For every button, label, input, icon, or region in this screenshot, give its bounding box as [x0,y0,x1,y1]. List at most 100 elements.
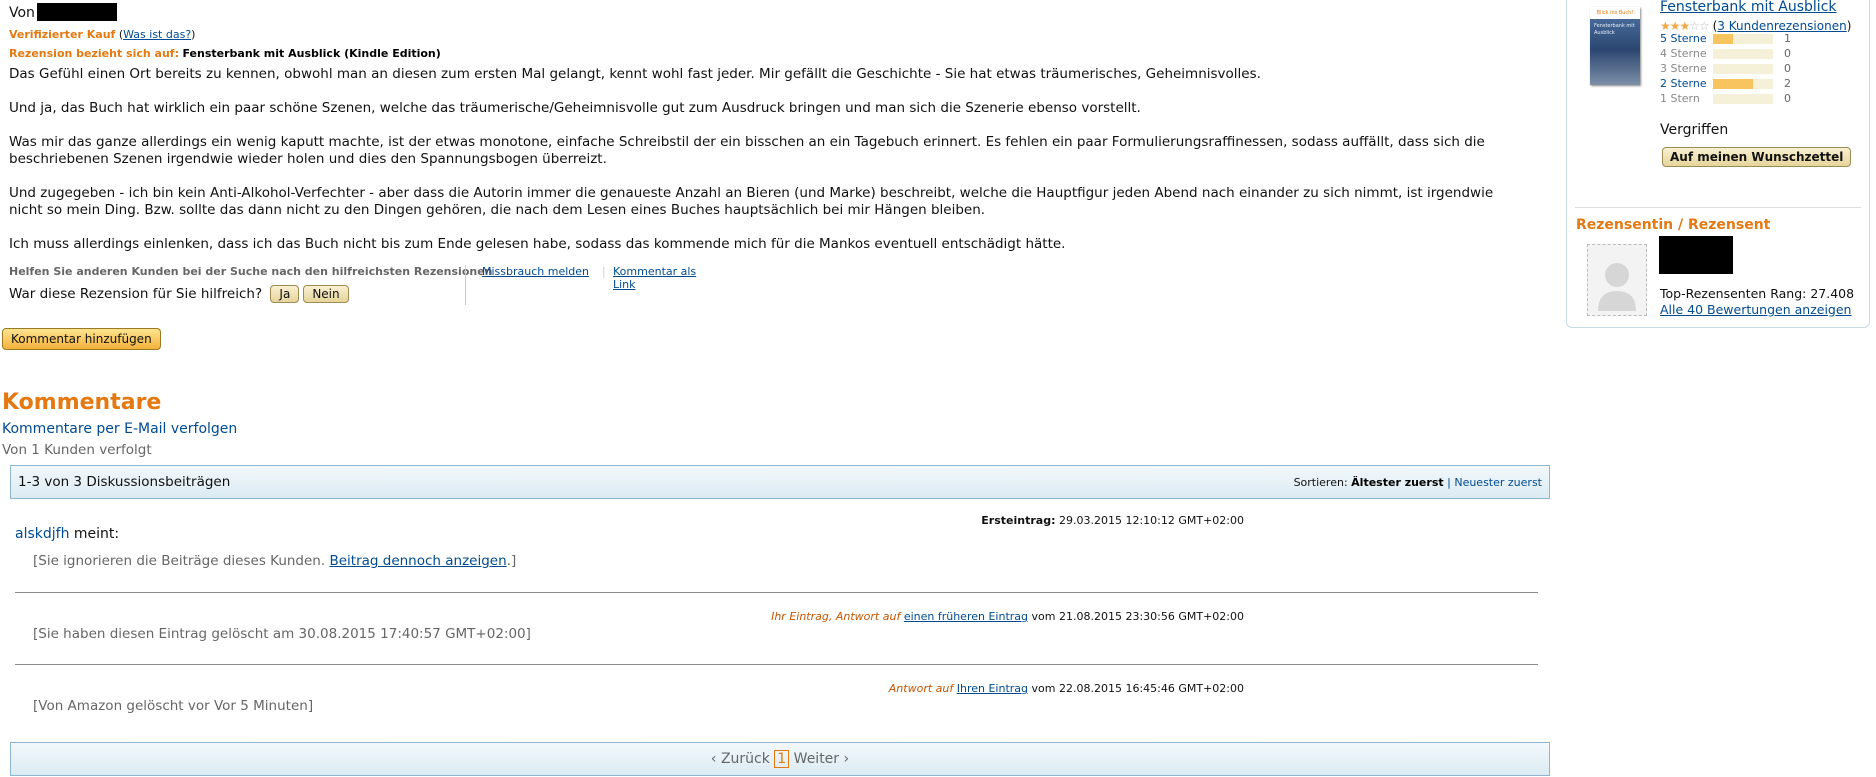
vertical-divider [465,265,466,305]
verified-purchase-line: Verifizierter Kauf (Was ist das?) [9,28,195,41]
review-product-title: Fensterbank mit Ausblick (Kindle Edition… [182,47,441,60]
redacted-reviewer-name [36,3,117,21]
add-comment-button[interactable]: Kommentar hinzufügen [2,328,161,350]
histogram-label[interactable]: 2 Sterne [1660,77,1707,90]
post-date: vom 21.08.2015 23:30:56 GMT+02:00 [1028,610,1245,623]
helpful-no-button[interactable]: Nein [303,285,349,303]
post-meta-prefix: Ihr Eintrag, Antwort auf [771,610,904,623]
review-by-label: Von [9,5,35,21]
post-meta: Ersteintrag: 29.03.2015 12:10:12 GMT+02:… [981,514,1244,527]
post-count: 1-3 von 3 Diskussionsbeiträgen [18,474,231,490]
histogram-count: 1 [1784,32,1791,45]
all-ratings-link[interactable]: Alle 40 Bewertungen anzeigen [1660,302,1851,317]
review-paragraph: Und ja, das Buch hat wirklich ein paar s… [9,100,1141,116]
review-paragraph: Was mir das ganze allerdings ein wenig k… [9,134,1485,167]
star-empty-icon: ☆☆ [1689,19,1709,33]
review-main-column: Von Verifizierter Kauf (Was ist das?) Re… [0,0,1560,777]
average-rating-line: ★★★☆☆ (3 Kundenrezensionen) [1660,19,1851,33]
helpful-yes-button[interactable]: Ja [270,285,300,303]
ignored-notice-end: .] [506,553,517,569]
user-silhouette-icon [1598,263,1636,311]
sort-newest-first-link[interactable]: Neuester zuerst [1454,476,1542,489]
histogram-row: 4 Sterne 0 [1660,47,1860,61]
histogram-bar-fill [1713,79,1754,89]
permalink-link[interactable]: Kommentar als Link [613,265,719,291]
pagination-bar: ‹ Zurück 1 Weiter › [10,742,1550,776]
review-paragraph: Ich muss allerdings einlenken, dass ich … [9,236,1066,252]
sort-label: Sortieren: [1293,476,1348,489]
book-cover-image[interactable]: Blick ins Buch! Fensterbank mit Ausblick [1590,7,1640,85]
redacted-reviewer-name [1659,236,1733,274]
review-count-link[interactable]: 3 Kundenrezensionen [1717,19,1846,33]
post-body: [Von Amazon gelöscht vor Vor 5 Minuten] [33,698,314,714]
helpfulness-question: War diese Rezension für Sie hilfreich? [9,286,263,302]
followers-count: Von 1 Kunden verfolgt [2,442,152,458]
post-body: [Sie ignorieren die Beiträge dieses Kund… [33,553,516,569]
post-body: [Sie haben diesen Eintrag gelöscht am 30… [33,626,531,642]
reviewer-heading: Rezensentin / Rezensent [1576,217,1771,233]
report-abuse-link[interactable]: Missbrauch melden [482,265,589,278]
sort-separator: | [1447,476,1451,489]
helpfulness-hint: Helfen Sie anderen Kunden bei der Suche … [9,265,493,278]
pagination-current-page: 1 [774,750,790,768]
book-title-link[interactable]: Fensterbank mit Ausblick [1660,0,1837,15]
histogram-label[interactable]: 5 Sterne [1660,32,1707,45]
post-meta-prefix: Antwort auf [888,682,957,695]
post-author-link[interactable]: alskdjfh [15,526,69,542]
histogram-bar-track [1713,94,1773,104]
histogram-label: 1 Stern [1660,92,1700,105]
look-inside-banner: Blick ins Buch! [1590,7,1640,19]
what-is-this-link[interactable]: Was ist das? [123,28,191,41]
histogram-count: 0 [1784,62,1791,75]
ignored-notice-start: [Sie ignorieren die Beiträge dieses Kund… [33,553,330,569]
review-product-line: Rezension bezieht sich auf: Fensterbank … [9,47,441,60]
histogram-row[interactable]: 5 Sterne 1 [1660,32,1860,46]
sort-oldest-first: Ältester zuerst [1351,476,1444,489]
avatar [1587,244,1647,316]
verified-help-close: ) [191,28,196,41]
verified-purchase-badge: Verifizierter Kauf [9,28,116,41]
availability-status: Vergriffen [1660,122,1729,138]
add-to-wishlist-button[interactable]: Auf meinen Wunschzettel [1662,147,1852,167]
post-meta-label: Ersteintrag: [981,514,1056,527]
post-divider [15,592,1538,593]
histogram-bar-fill [1713,34,1733,44]
pagination: ‹ Zurück 1 Weiter › [11,750,1549,768]
follow-by-email-link[interactable]: Kommentare per E-Mail verfolgen [2,421,237,437]
histogram-count: 2 [1784,77,1791,90]
post-author-line: alskdjfh meint: [15,526,119,542]
post-says: meint: [69,526,120,542]
pagination-next[interactable]: Weiter › [794,751,849,767]
your-post-link[interactable]: Ihren Eintrag [957,682,1028,695]
helpfulness-question-row: War diese Rezension für Sie hilfreich? J… [9,285,349,303]
review-count-close: ) [1846,19,1852,33]
review-product-label: Rezension bezieht sich auf: [9,47,179,60]
post-meta: Antwort auf Ihren Eintrag vom 22.08.2015… [889,682,1244,695]
histogram-bar-track [1713,34,1773,44]
review-author-line: Von [9,3,117,21]
pagination-prev[interactable]: ‹ Zurück [711,751,770,767]
histogram-bar-track [1713,49,1773,59]
histogram-row: 3 Sterne 0 [1660,62,1860,76]
reviewer-rank: Top-Rezensenten Rang: 27.408 [1660,286,1855,301]
histogram-bar-track [1713,64,1773,74]
histogram-row[interactable]: 2 Sterne 2 [1660,77,1860,91]
helpfulness-section: Helfen Sie anderen Kunden bei der Suche … [9,265,719,305]
show-post-anyway-link[interactable]: Beitrag dennoch anzeigen [329,553,506,569]
product-sidebar: Blick ins Buch! Fensterbank mit Ausblick… [1566,0,1870,328]
post-date: vom 22.08.2015 16:45:46 GMT+02:00 [1028,682,1245,695]
histogram-row: 1 Stern 0 [1660,92,1860,106]
post-divider [15,664,1538,665]
histogram-count: 0 [1784,92,1791,105]
post-date: 29.03.2015 12:10:12 GMT+02:00 [1055,514,1244,527]
histogram-label: 4 Sterne [1660,47,1707,60]
link-separator: | [602,265,606,278]
histogram-label: 3 Sterne [1660,62,1707,75]
thread-header-bar: 1-3 von 3 Diskussionsbeiträgen Sortieren… [10,465,1550,499]
post-meta: Ihr Eintrag, Antwort auf einen früheren … [771,610,1244,623]
star-rating-icon: ★★★ [1660,19,1690,33]
earlier-post-link[interactable]: einen früheren Eintrag [904,610,1028,623]
comments-heading: Kommentare [2,390,162,415]
cover-title-text: Fensterbank mit Ausblick [1594,23,1635,36]
sort-controls: Sortieren: Ältester zuerst | Neuester zu… [1294,476,1542,489]
